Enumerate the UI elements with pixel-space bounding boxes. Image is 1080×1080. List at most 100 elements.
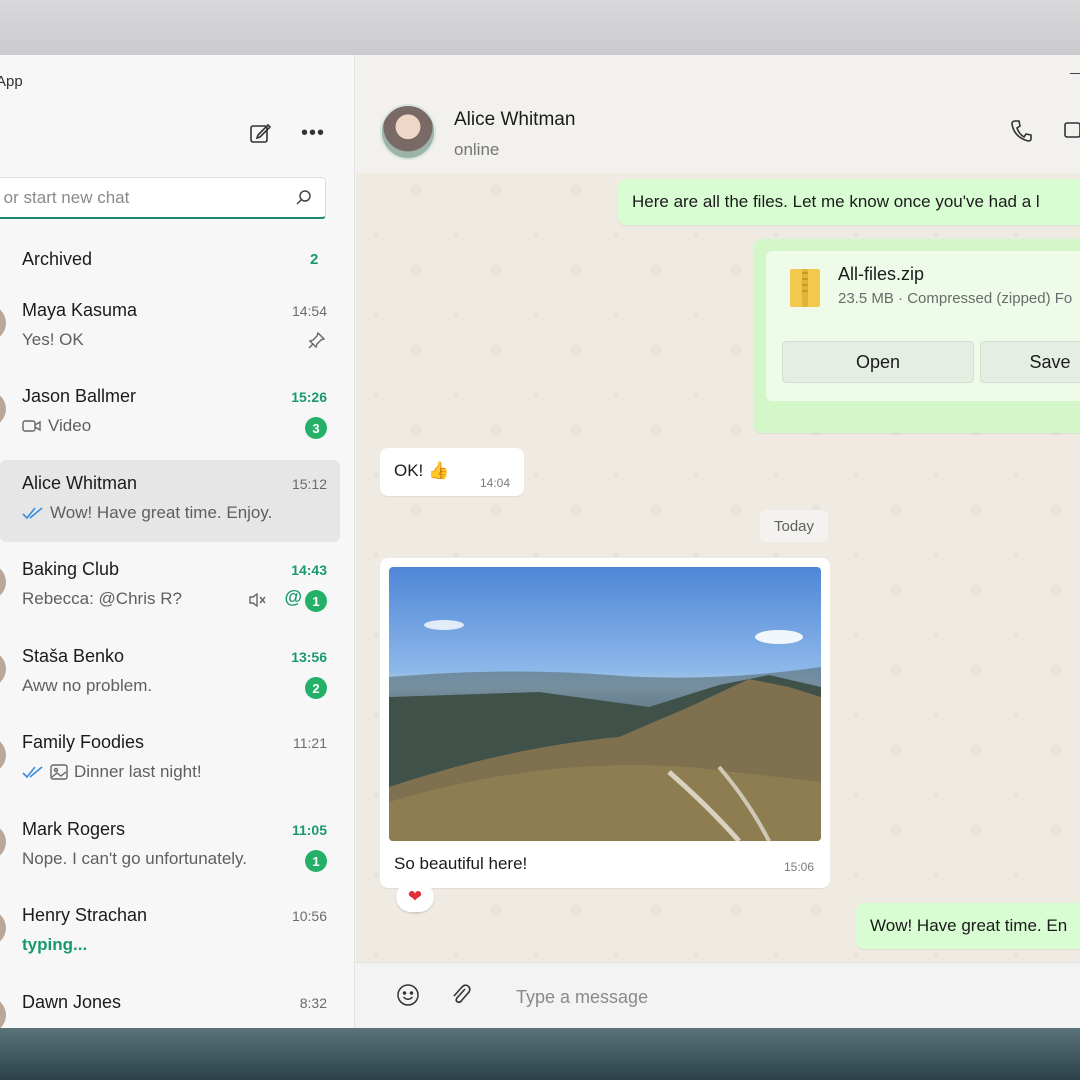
chat-item-dawn-jones[interactable]: Dawn Jones 8:32 [0, 979, 340, 1028]
avatar [0, 824, 6, 860]
app-title: atsApp [0, 73, 23, 90]
search-input[interactable] [0, 178, 281, 218]
photo-icon [50, 764, 68, 780]
chat-preview: Aww no problem. [22, 676, 152, 696]
chat-time: 11:21 [293, 735, 327, 751]
chat-list-sidebar: atsApp ts ••• Archived 2 Maya Kasuma 14:… [0, 55, 355, 1028]
contact-name[interactable]: Alice Whitman [454, 109, 575, 131]
video-call-icon[interactable] [1064, 121, 1080, 139]
archived-count: 2 [310, 251, 319, 268]
desktop-background-top [0, 0, 1080, 56]
chat-preview-text: Rebecca: @Chris R? [22, 589, 182, 608]
minimize-icon[interactable] [1070, 73, 1080, 74]
message-bubble-outgoing[interactable]: Wow! Have great time. En [856, 903, 1080, 949]
contact-status: online [454, 140, 500, 159]
chat-name: Dawn Jones [22, 992, 122, 1012]
chat-name: Baking Club [22, 559, 120, 579]
chat-time: 14:43 [291, 562, 327, 578]
message-time: 15:06 [784, 860, 815, 874]
chat-name: Jason Ballmer [22, 386, 137, 406]
chat-item-maya-kasuma[interactable]: Maya Kasuma 14:54 Yes! OK [0, 287, 340, 369]
chat-name: Mark Rogers [22, 819, 126, 839]
double-check-icon [22, 766, 43, 779]
chat-name: Family Foodies [22, 732, 145, 752]
message-input[interactable] [516, 979, 1036, 1015]
archived-chats-row[interactable]: Archived 2 [0, 243, 355, 279]
chat-time: 8:32 [299, 995, 327, 1011]
chat-time: 10:56 [291, 908, 327, 924]
chat-name: Alice Whitman [22, 473, 138, 493]
file-name: All-files.zip [838, 264, 925, 284]
unread-badge: 3 [305, 417, 327, 439]
chat-preview: Wow! Have great time. Enjoy. [22, 503, 272, 523]
chat-time: 11:05 [291, 822, 327, 838]
chat-item-stasa-benko[interactable]: Staša Benko 13:56 Aww no problem. 2 [0, 633, 340, 715]
pin-icon [308, 331, 326, 349]
chat-name: Staša Benko [22, 646, 125, 666]
chat-preview: Dinner last night! [22, 762, 202, 782]
avatar [0, 305, 6, 341]
mention-icon: @ [284, 587, 302, 607]
more-dots-icon: ••• [300, 121, 325, 144]
zip-folder-icon [790, 269, 820, 307]
archived-label: Archived [22, 249, 93, 269]
message-bubble-outgoing[interactable]: Here are all the files. Let me know once… [618, 179, 1080, 225]
message-time: 14:04 [480, 476, 511, 490]
search-box[interactable] [0, 177, 326, 219]
chat-item-jason-ballmer[interactable]: Jason Ballmer 15:26 Video 3 [0, 373, 340, 455]
file-card: All-files.zip 23.5 MB · Compressed (zipp… [766, 251, 1080, 401]
new-chat-button[interactable] [245, 118, 275, 148]
search-icon [296, 190, 311, 205]
open-file-button[interactable]: Open [782, 341, 974, 383]
avatar [0, 910, 6, 946]
typing-indicator: typing... [22, 935, 88, 954]
phone-icon[interactable] [1010, 119, 1032, 143]
chat-time: 15:12 [291, 476, 327, 492]
video-camera-icon [22, 420, 41, 432]
heart-reaction-icon[interactable]: ❤ [396, 882, 434, 912]
message-composer [356, 962, 1080, 1028]
mountain-landscape-image [389, 620, 821, 841]
chat-preview: Rebecca: @Chris R? [22, 589, 182, 609]
message-text: OK! 👍 [394, 461, 450, 480]
file-meta: 23.5 MB · Compressed (zipped) Fo [838, 290, 1073, 307]
chat-name: Henry Strachan [22, 905, 148, 925]
paperclip-icon[interactable] [450, 983, 472, 1007]
conversation-pane: Alice Whitman online Here are all the fi… [356, 55, 1080, 1028]
chat-preview-text: Wow! Have great time. Enjoy. [50, 503, 273, 522]
message-bubble-incoming[interactable]: OK! 👍 14:04 [380, 448, 524, 496]
chat-item-alice-whitman[interactable]: Alice Whitman 15:12 Wow! Have great time… [0, 460, 340, 542]
chat-preview-text: Yes! OK [22, 330, 84, 349]
chat-item-mark-rogers[interactable]: Mark Rogers 11:05 Nope. I can't go unfor… [0, 806, 340, 888]
emoji-icon[interactable] [396, 983, 420, 1007]
chat-item-family-foodies[interactable]: Family Foodies 11:21 Dinner last night! [0, 719, 340, 801]
unread-badge: 2 [305, 677, 327, 699]
chat-item-baking-club[interactable]: Baking Club 14:43 Rebecca: @Chris R? @ 1 [0, 546, 340, 628]
save-file-button[interactable]: Save [980, 341, 1080, 383]
avatar [0, 651, 6, 687]
chat-time: 14:54 [291, 303, 327, 319]
date-separator: Today [760, 510, 828, 542]
message-text: Wow! Have great time. En [870, 916, 1068, 935]
chat-item-henry-strachan[interactable]: Henry Strachan 10:56 typing... [0, 892, 340, 974]
chat-preview: Video [22, 416, 91, 436]
chat-preview-text: Dinner last night! [74, 762, 202, 781]
muted-speaker-icon [249, 592, 266, 608]
chat-preview: Nope. I can't go unfortunately. [22, 849, 247, 869]
photo-caption: So beautiful here! [394, 854, 528, 873]
photo-message-bubble[interactable]: So beautiful here! 15:06 ❤ [380, 558, 830, 912]
unread-badge: 1 [305, 590, 327, 612]
chat-time: 13:56 [291, 649, 327, 665]
avatar [0, 564, 6, 600]
desktop-background-bottom [0, 1028, 1080, 1080]
chat-preview-text: Nope. I can't go unfortunately. [22, 849, 248, 868]
more-options-button[interactable]: ••• [298, 118, 328, 148]
file-message-bubble[interactable]: All-files.zip 23.5 MB · Compressed (zipp… [754, 239, 1080, 433]
message-text: Here are all the files. Let me know once… [632, 192, 1040, 211]
contact-avatar[interactable] [380, 104, 436, 160]
avatar [0, 391, 6, 427]
chat-preview-text: Aww no problem. [22, 676, 153, 695]
avatar [0, 997, 6, 1028]
shared-photo[interactable] [389, 567, 821, 841]
double-check-icon [22, 507, 43, 520]
